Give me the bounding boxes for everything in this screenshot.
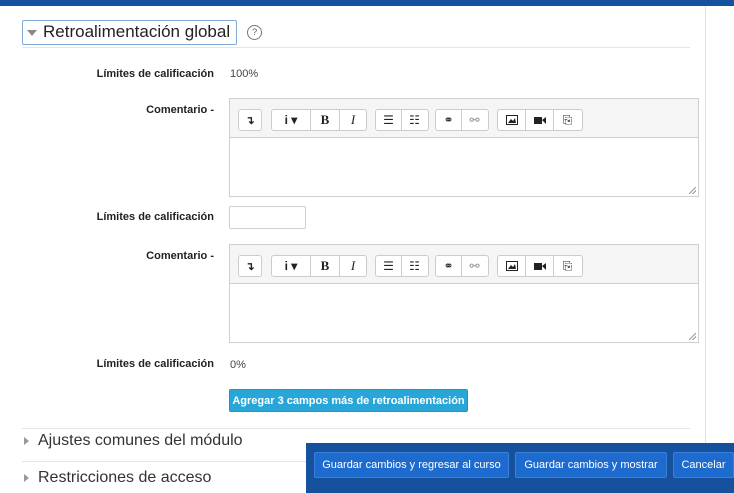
section-header-common-module-settings[interactable]: Ajustes comunes del módulo	[24, 432, 243, 450]
video-icon[interactable]	[526, 256, 554, 276]
unlink-icon[interactable]: ⚯	[462, 256, 487, 276]
image-icon[interactable]	[498, 110, 526, 130]
grade-limit-label: Límites de calificación	[96, 211, 214, 223]
grade-limit-label: Límites de calificación	[96, 68, 214, 80]
grade-limit-value: 100%	[230, 68, 259, 80]
paragraph-style-button[interactable]: i ▾	[272, 110, 311, 130]
italic-button[interactable]: I	[340, 256, 366, 276]
resize-handle-icon[interactable]	[689, 187, 696, 194]
unordered-list-icon[interactable]: ☰	[376, 110, 402, 130]
section-header-global-feedback[interactable]: Retroalimentación global ?	[22, 20, 263, 45]
unordered-list-icon[interactable]: ☰	[376, 256, 402, 276]
bold-button[interactable]: B	[311, 256, 340, 276]
toolbar-group-lists: ☰ ☷	[375, 255, 429, 277]
collapse-triangle-icon	[24, 474, 29, 482]
toolbar-group-collapse: ↴	[238, 255, 262, 277]
bold-button[interactable]: B	[311, 110, 340, 130]
section-title: Retroalimentación global	[43, 22, 231, 41]
section-toggle[interactable]: Retroalimentación global	[22, 20, 238, 45]
italic-button[interactable]: I	[340, 110, 366, 130]
link-icon[interactable]: ⚭	[436, 110, 462, 130]
link-icon[interactable]: ⚭	[436, 256, 462, 276]
cancel-button[interactable]: Cancelar	[673, 452, 734, 478]
ordered-list-icon[interactable]: ☷	[402, 110, 427, 130]
ordered-list-icon[interactable]: ☷	[402, 256, 427, 276]
collapse-toolbar-icon[interactable]: ↴	[239, 256, 261, 276]
comment-label: Comentario -	[146, 104, 214, 116]
toolbar-group-links: ⚭ ⚯	[435, 109, 489, 131]
expand-triangle-icon	[27, 29, 37, 36]
grade-limit-label: Límites de calificación	[96, 358, 214, 370]
toolbar-group-lists: ☰ ☷	[375, 109, 429, 131]
section-header-access-restrictions[interactable]: Restricciones de acceso	[24, 469, 211, 487]
editor-toolbar: ↴ i ▾ B I ☰ ☷ ⚭ ⚯ ⎘	[230, 99, 698, 138]
collapse-triangle-icon	[24, 437, 29, 445]
section-title: Restricciones de acceso	[38, 469, 212, 486]
toolbar-group-media: ⎘	[497, 255, 583, 277]
grade-limit-value: 0%	[230, 359, 246, 371]
comment-editor[interactable]: ↴ i ▾ B I ☰ ☷ ⚭ ⚯ ⎘	[229, 98, 699, 197]
editor-text-area[interactable]	[230, 138, 698, 196]
save-and-display-button[interactable]: Guardar cambios y mostrar	[515, 452, 667, 478]
question-circle-icon[interactable]: ?	[247, 25, 263, 40]
video-icon[interactable]	[526, 110, 554, 130]
section-divider	[22, 428, 690, 429]
unlink-icon[interactable]: ⚯	[462, 110, 487, 130]
section-divider	[22, 47, 690, 48]
editor-text-area[interactable]	[230, 284, 698, 342]
image-icon[interactable]	[498, 256, 526, 276]
paste-special-icon[interactable]: ⎘	[554, 110, 581, 130]
save-and-return-button[interactable]: Guardar cambios y regresar al curso	[314, 452, 509, 478]
grade-limit-input[interactable]	[229, 206, 306, 229]
toolbar-group-collapse: ↴	[238, 109, 262, 131]
editor-toolbar: ↴ i ▾ B I ☰ ☷ ⚭ ⚯ ⎘	[230, 245, 698, 284]
comment-label: Comentario -	[146, 250, 214, 262]
comment-editor[interactable]: ↴ i ▾ B I ☰ ☷ ⚭ ⚯ ⎘	[229, 244, 699, 343]
add-feedback-fields-button[interactable]: Agregar 3 campos más de retroalimentació…	[229, 389, 468, 412]
section-title: Ajustes comunes del módulo	[38, 432, 243, 449]
collapse-toolbar-icon[interactable]: ↴	[239, 110, 261, 130]
paste-special-icon[interactable]: ⎘	[554, 256, 581, 276]
paragraph-style-button[interactable]: i ▾	[272, 256, 311, 276]
toolbar-group-style: i ▾ B I	[271, 109, 367, 131]
toolbar-group-links: ⚭ ⚯	[435, 255, 489, 277]
toolbar-group-style: i ▾ B I	[271, 255, 367, 277]
toolbar-group-media: ⎘	[497, 109, 583, 131]
resize-handle-icon[interactable]	[689, 333, 696, 340]
